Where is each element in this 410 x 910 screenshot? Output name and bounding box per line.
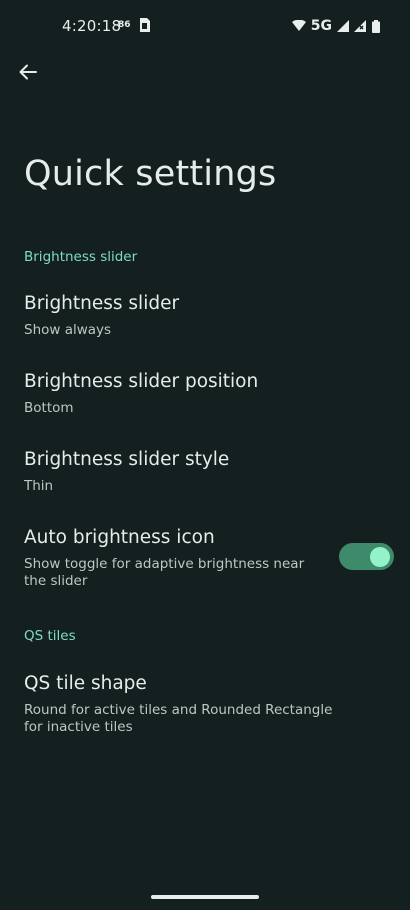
arrow-left-icon	[19, 64, 37, 80]
sim-card-icon	[140, 18, 150, 32]
signal-icon	[337, 20, 349, 32]
pref-qs-tile-shape[interactable]: QS tile shape Round for active tiles and…	[0, 673, 410, 753]
pref-summary: Bottom	[24, 400, 74, 416]
signal-no-data-icon	[354, 20, 366, 32]
pref-brightness-slider-position[interactable]: Brightness slider position Bottom	[0, 371, 410, 433]
pref-summary: Thin	[24, 478, 54, 494]
section-header-qs-tiles: QS tiles	[24, 628, 76, 644]
status-time: 4:20:18	[62, 17, 122, 35]
pref-brightness-slider-style[interactable]: Brightness slider style Thin	[0, 449, 410, 511]
back-button[interactable]	[12, 56, 44, 88]
pref-title: QS tile shape	[24, 673, 147, 694]
page-title: Quick settings	[24, 154, 277, 194]
status-indicator-text: 86	[118, 20, 131, 30]
pref-summary: Show toggle for adaptive brightness near…	[24, 556, 305, 589]
network-type-label: 5G	[310, 18, 332, 34]
pref-summary: Show always	[24, 322, 112, 338]
toggle-thumb	[370, 546, 390, 567]
pref-title: Brightness slider	[24, 293, 180, 314]
home-indicator[interactable]	[151, 895, 259, 899]
pref-summary: Round for active tiles and Rounded Recta…	[24, 702, 333, 735]
pref-title: Brightness slider position	[24, 371, 259, 392]
auto-brightness-toggle[interactable]	[339, 543, 394, 570]
pref-title: Auto brightness icon	[24, 527, 215, 548]
section-header-brightness: Brightness slider	[24, 249, 138, 265]
status-bar: 4:20:18 86 5G	[0, 0, 410, 52]
pref-title: Brightness slider style	[24, 449, 230, 470]
pref-brightness-slider[interactable]: Brightness slider Show always	[0, 293, 410, 355]
battery-icon	[372, 19, 380, 33]
wifi-icon	[291, 20, 306, 31]
status-right-icons: 5G	[291, 17, 380, 35]
